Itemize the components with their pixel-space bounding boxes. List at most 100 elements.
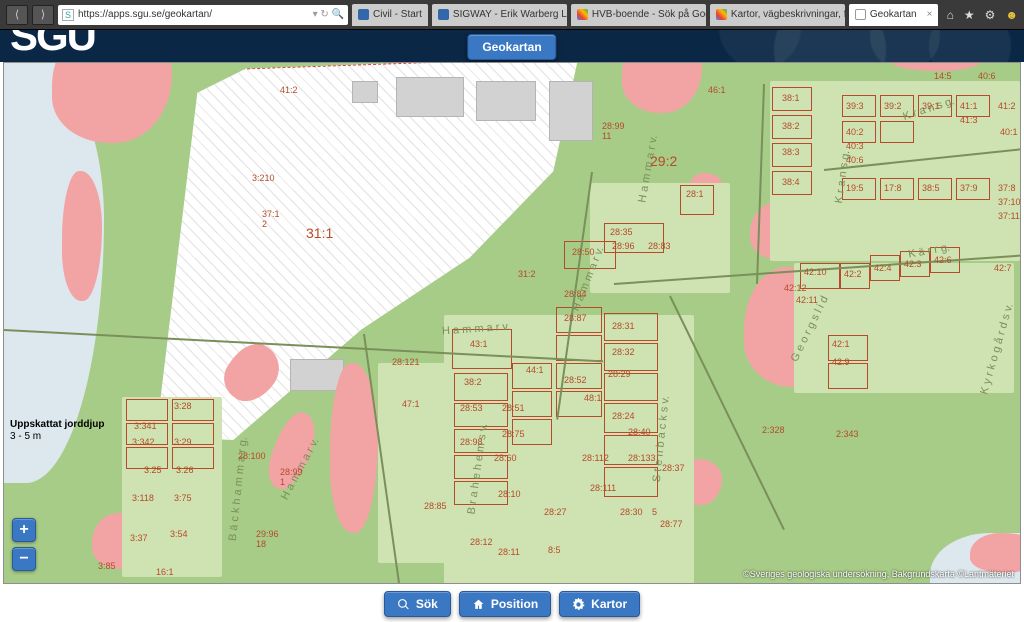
parcel-label: 28:12 xyxy=(470,537,493,547)
parcel-label: 40:6 xyxy=(846,155,864,165)
zoom-in-button[interactable]: + xyxy=(12,518,36,542)
gear-icon xyxy=(572,598,585,611)
parcel-label: 41:1 xyxy=(960,101,978,111)
app-title-button[interactable]: Geokartan xyxy=(467,34,556,60)
parcel-label: 28:40 xyxy=(628,427,651,437)
tab-label: HVB-boende - Sök på Google xyxy=(592,9,706,20)
parcel-label: 37:8 xyxy=(998,183,1016,193)
tab-kartor[interactable]: Kartor, vägbeskrivningar, flygf... xyxy=(710,4,845,26)
tab-civil[interactable]: Civil - Start xyxy=(352,4,428,26)
parcel-label: 42:7 xyxy=(994,263,1012,273)
parcel-label: 3:37 xyxy=(130,533,148,543)
parcel-label: 37:1 2 xyxy=(262,209,280,229)
parcel-label: 28:32 xyxy=(612,347,635,357)
parcel-label: 42:11 xyxy=(796,295,818,305)
parcel-label: 3:85 xyxy=(98,561,116,571)
position-label: Position xyxy=(491,597,538,611)
soil-overlay xyxy=(970,533,1021,573)
parcel-label: 39:3 xyxy=(846,101,864,111)
footer-toolbar: Sök Position Kartor xyxy=(0,586,1024,622)
nav-forward-button[interactable]: ⟩ xyxy=(32,5,54,25)
parcel-label: 42:12 xyxy=(784,283,807,293)
building xyxy=(352,81,378,103)
soil-overlay xyxy=(622,62,702,113)
building xyxy=(396,77,464,117)
parcel xyxy=(126,399,168,421)
parcel-label: 38:1 xyxy=(782,93,800,103)
parcel-label: 28:111 xyxy=(590,483,616,493)
parcel-label: 39:2 xyxy=(884,101,902,111)
tab-google[interactable]: HVB-boende - Sök på Google xyxy=(571,4,706,26)
parcel-label: 29:2 xyxy=(650,153,677,169)
parcel-label: 29:96 18 xyxy=(256,529,279,549)
parcel-label: 28:98 xyxy=(460,437,483,447)
parcel-label: 37:11 xyxy=(998,211,1020,221)
tab-sigway[interactable]: SIGWAY - Erik Warberg Larsson xyxy=(432,4,567,26)
parcel-label: 28:133 xyxy=(628,453,656,463)
parcel-label: 39:1 xyxy=(922,101,940,111)
browser-right-icons: ⌂ ★ ⚙ ☻ xyxy=(947,8,1018,22)
map-canvas[interactable]: H a m m a r v. H a m m a r v. H a m m a … xyxy=(3,62,1021,584)
parcel-label: 38:4 xyxy=(782,177,800,187)
parcel-label: 38:3 xyxy=(782,147,800,157)
zoom-out-button[interactable]: − xyxy=(12,547,36,571)
parcel-label: 28:121 xyxy=(392,357,420,367)
parcel-label: 28:30 xyxy=(620,507,643,517)
soil-overlay xyxy=(884,62,994,71)
parcel-label: 42:4 xyxy=(874,263,892,273)
home-icon xyxy=(472,598,485,611)
parcel-label: 19:5 xyxy=(846,183,864,193)
parcel-label: 28:31 xyxy=(612,321,635,331)
parcel-label: 28:77 xyxy=(660,519,683,529)
parcel-label: 40:2 xyxy=(846,127,864,137)
parcel-label: 28:37 xyxy=(662,463,685,473)
building xyxy=(476,81,536,121)
map-attribution: ©Sveriges geologiska undersökning, Bakgr… xyxy=(743,569,1014,579)
parcel-label: 28:1 xyxy=(686,189,704,199)
parcel-label: 44:1 xyxy=(526,365,544,375)
parcel-label: 28:99 1 xyxy=(280,467,303,487)
parcel-label: 28:10 xyxy=(498,489,521,499)
parcel-label: 28:75 xyxy=(502,429,525,439)
url-bar[interactable]: S https://apps.sgu.se/geokartan/ ▾ ↻ 🔍 xyxy=(58,5,348,25)
parcel-label: 2:328 xyxy=(762,425,785,435)
nav-back-button[interactable]: ⟨ xyxy=(6,5,28,25)
tab-label: SIGWAY - Erik Warberg Larsson xyxy=(453,9,567,20)
zoom-control: + − xyxy=(12,518,36,571)
parcel-label: 5 xyxy=(652,507,657,517)
tab-geokartan[interactable]: Geokartan × xyxy=(849,4,939,26)
position-button[interactable]: Position xyxy=(459,591,551,617)
parcel-label: 3:75 xyxy=(174,493,192,503)
face-icon[interactable]: ☻ xyxy=(1005,8,1018,22)
parcel-label: 28:29 xyxy=(608,369,631,379)
parcel-label: 41:2 xyxy=(998,101,1016,111)
parcel-label: 28:85 xyxy=(424,501,447,511)
star-icon[interactable]: ★ xyxy=(964,8,975,22)
parcel-label: 8:5 xyxy=(548,545,561,555)
parcel-label: 31:1 xyxy=(306,225,333,241)
tab-favicon xyxy=(716,9,727,20)
parcel-label: 37:9 xyxy=(960,183,978,193)
parcel-label: 17:8 xyxy=(884,183,902,193)
building xyxy=(549,81,593,141)
layers-button[interactable]: Kartor xyxy=(559,591,640,617)
parcel-label: 41:2 xyxy=(280,85,298,95)
gear-icon[interactable]: ⚙ xyxy=(985,8,996,22)
home-icon[interactable]: ⌂ xyxy=(947,8,954,22)
parcel-label: 28:27 xyxy=(544,507,567,517)
parcel-label: 28:51 xyxy=(502,403,525,413)
tab-favicon xyxy=(855,9,866,20)
site-favicon: S xyxy=(62,9,74,21)
parcel-label: 40:6 xyxy=(978,71,996,81)
parcel-label: 3:54 xyxy=(170,529,188,539)
close-icon[interactable]: × xyxy=(921,9,933,20)
parcel xyxy=(880,121,914,143)
parcel-label: 48:1 xyxy=(584,393,602,403)
legend-value: 3 - 5 m xyxy=(10,431,41,442)
parcel-label: 42:10 xyxy=(804,267,827,277)
parcel-label: 3:25 xyxy=(144,465,162,475)
search-icon xyxy=(397,598,410,611)
parcel-label: 41:3 xyxy=(960,115,978,125)
legend-box: Uppskattat jorddjup 3 - 5 m xyxy=(10,419,104,442)
search-button[interactable]: Sök xyxy=(384,591,451,617)
